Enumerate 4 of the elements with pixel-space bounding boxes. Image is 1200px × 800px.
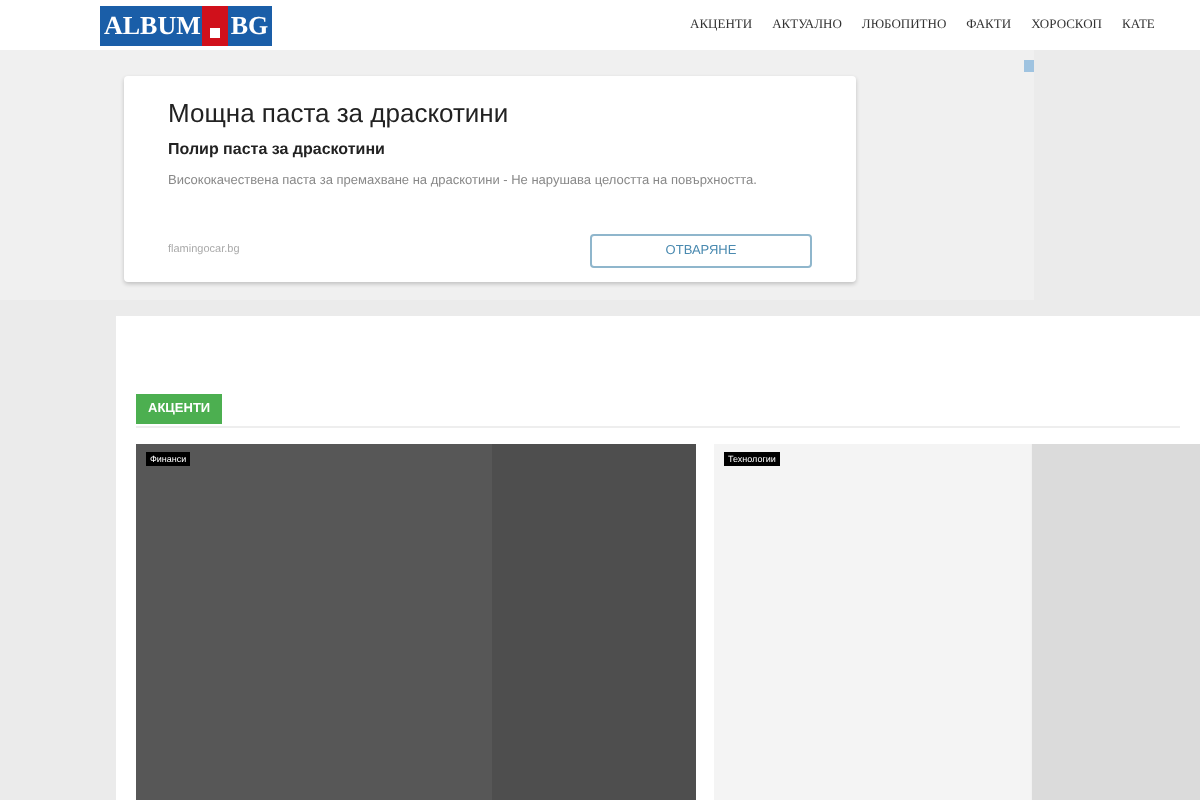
ad-choices-icon[interactable]: [1024, 60, 1034, 72]
site-logo[interactable]: ALBUM BG: [100, 6, 273, 46]
ad-subtitle: Полир паста за драскотини: [168, 138, 387, 162]
ad-title: Мощна паста за драскотини: [168, 96, 511, 132]
